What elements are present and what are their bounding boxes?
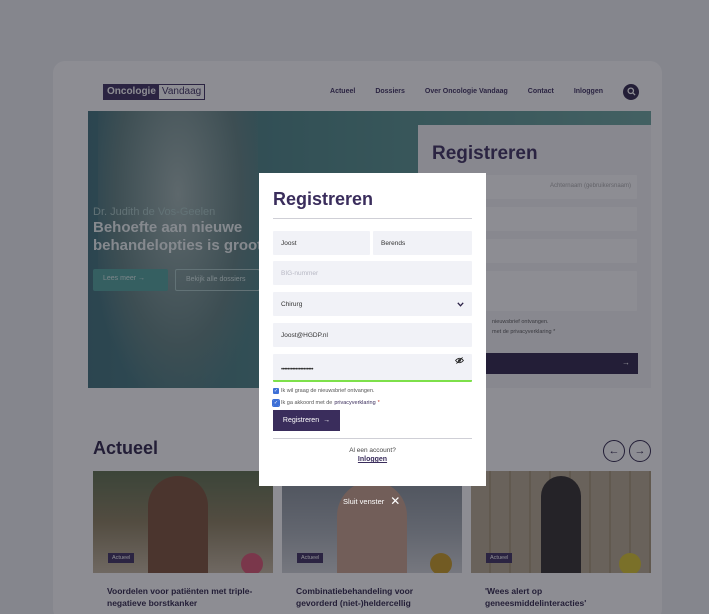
newsletter-checkbox[interactable]: ✓ [273, 388, 279, 394]
register-button-label: Registreren [282, 417, 320, 424]
privacy-checkbox[interactable]: ✓ [272, 399, 280, 407]
privacy-label: Ik ga akkoord met de [281, 400, 333, 406]
close-icon: ✕ [390, 494, 401, 508]
specialism-value: Chirurg [281, 300, 303, 308]
last-name-field[interactable]: Berends [373, 231, 472, 255]
arrow-right-icon: → [323, 417, 331, 424]
close-label: Sluit venster [343, 496, 385, 506]
password-mask: •••••••••••••••••••• [281, 367, 314, 373]
required-marker: * [377, 400, 380, 406]
chevron-down-icon [457, 301, 464, 307]
login-link[interactable]: Inloggen [273, 456, 472, 463]
register-button[interactable]: Registreren → [273, 410, 340, 431]
specialism-select[interactable]: Chirurg [273, 292, 472, 316]
privacy-checkbox-row[interactable]: ✓ Ik ga akkoord met de privacyverklaring… [272, 399, 472, 407]
privacy-link[interactable]: privacyverklaring [334, 400, 375, 406]
big-number-field[interactable]: BIG-nummer [273, 261, 472, 285]
first-name-field[interactable]: Joost [273, 231, 370, 255]
close-modal-button[interactable]: Sluit venster ✕ [343, 494, 401, 508]
divider [273, 438, 472, 439]
modal-title: Registreren [273, 189, 472, 219]
account-question: Al een account? [349, 447, 396, 454]
email-field[interactable]: Joost@HGDP.nl [273, 323, 472, 347]
password-field[interactable]: •••••••••••••••••••• [273, 354, 472, 382]
newsletter-label: Ik wil graag de nieuwsbrief ontvangen. [281, 388, 375, 394]
register-modal: Registreren Joost Berends BIG-nummer Chi… [259, 173, 486, 486]
eye-off-icon[interactable] [454, 357, 465, 366]
newsletter-checkbox-row[interactable]: ✓ Ik wil graag de nieuwsbrief ontvangen. [273, 388, 472, 394]
